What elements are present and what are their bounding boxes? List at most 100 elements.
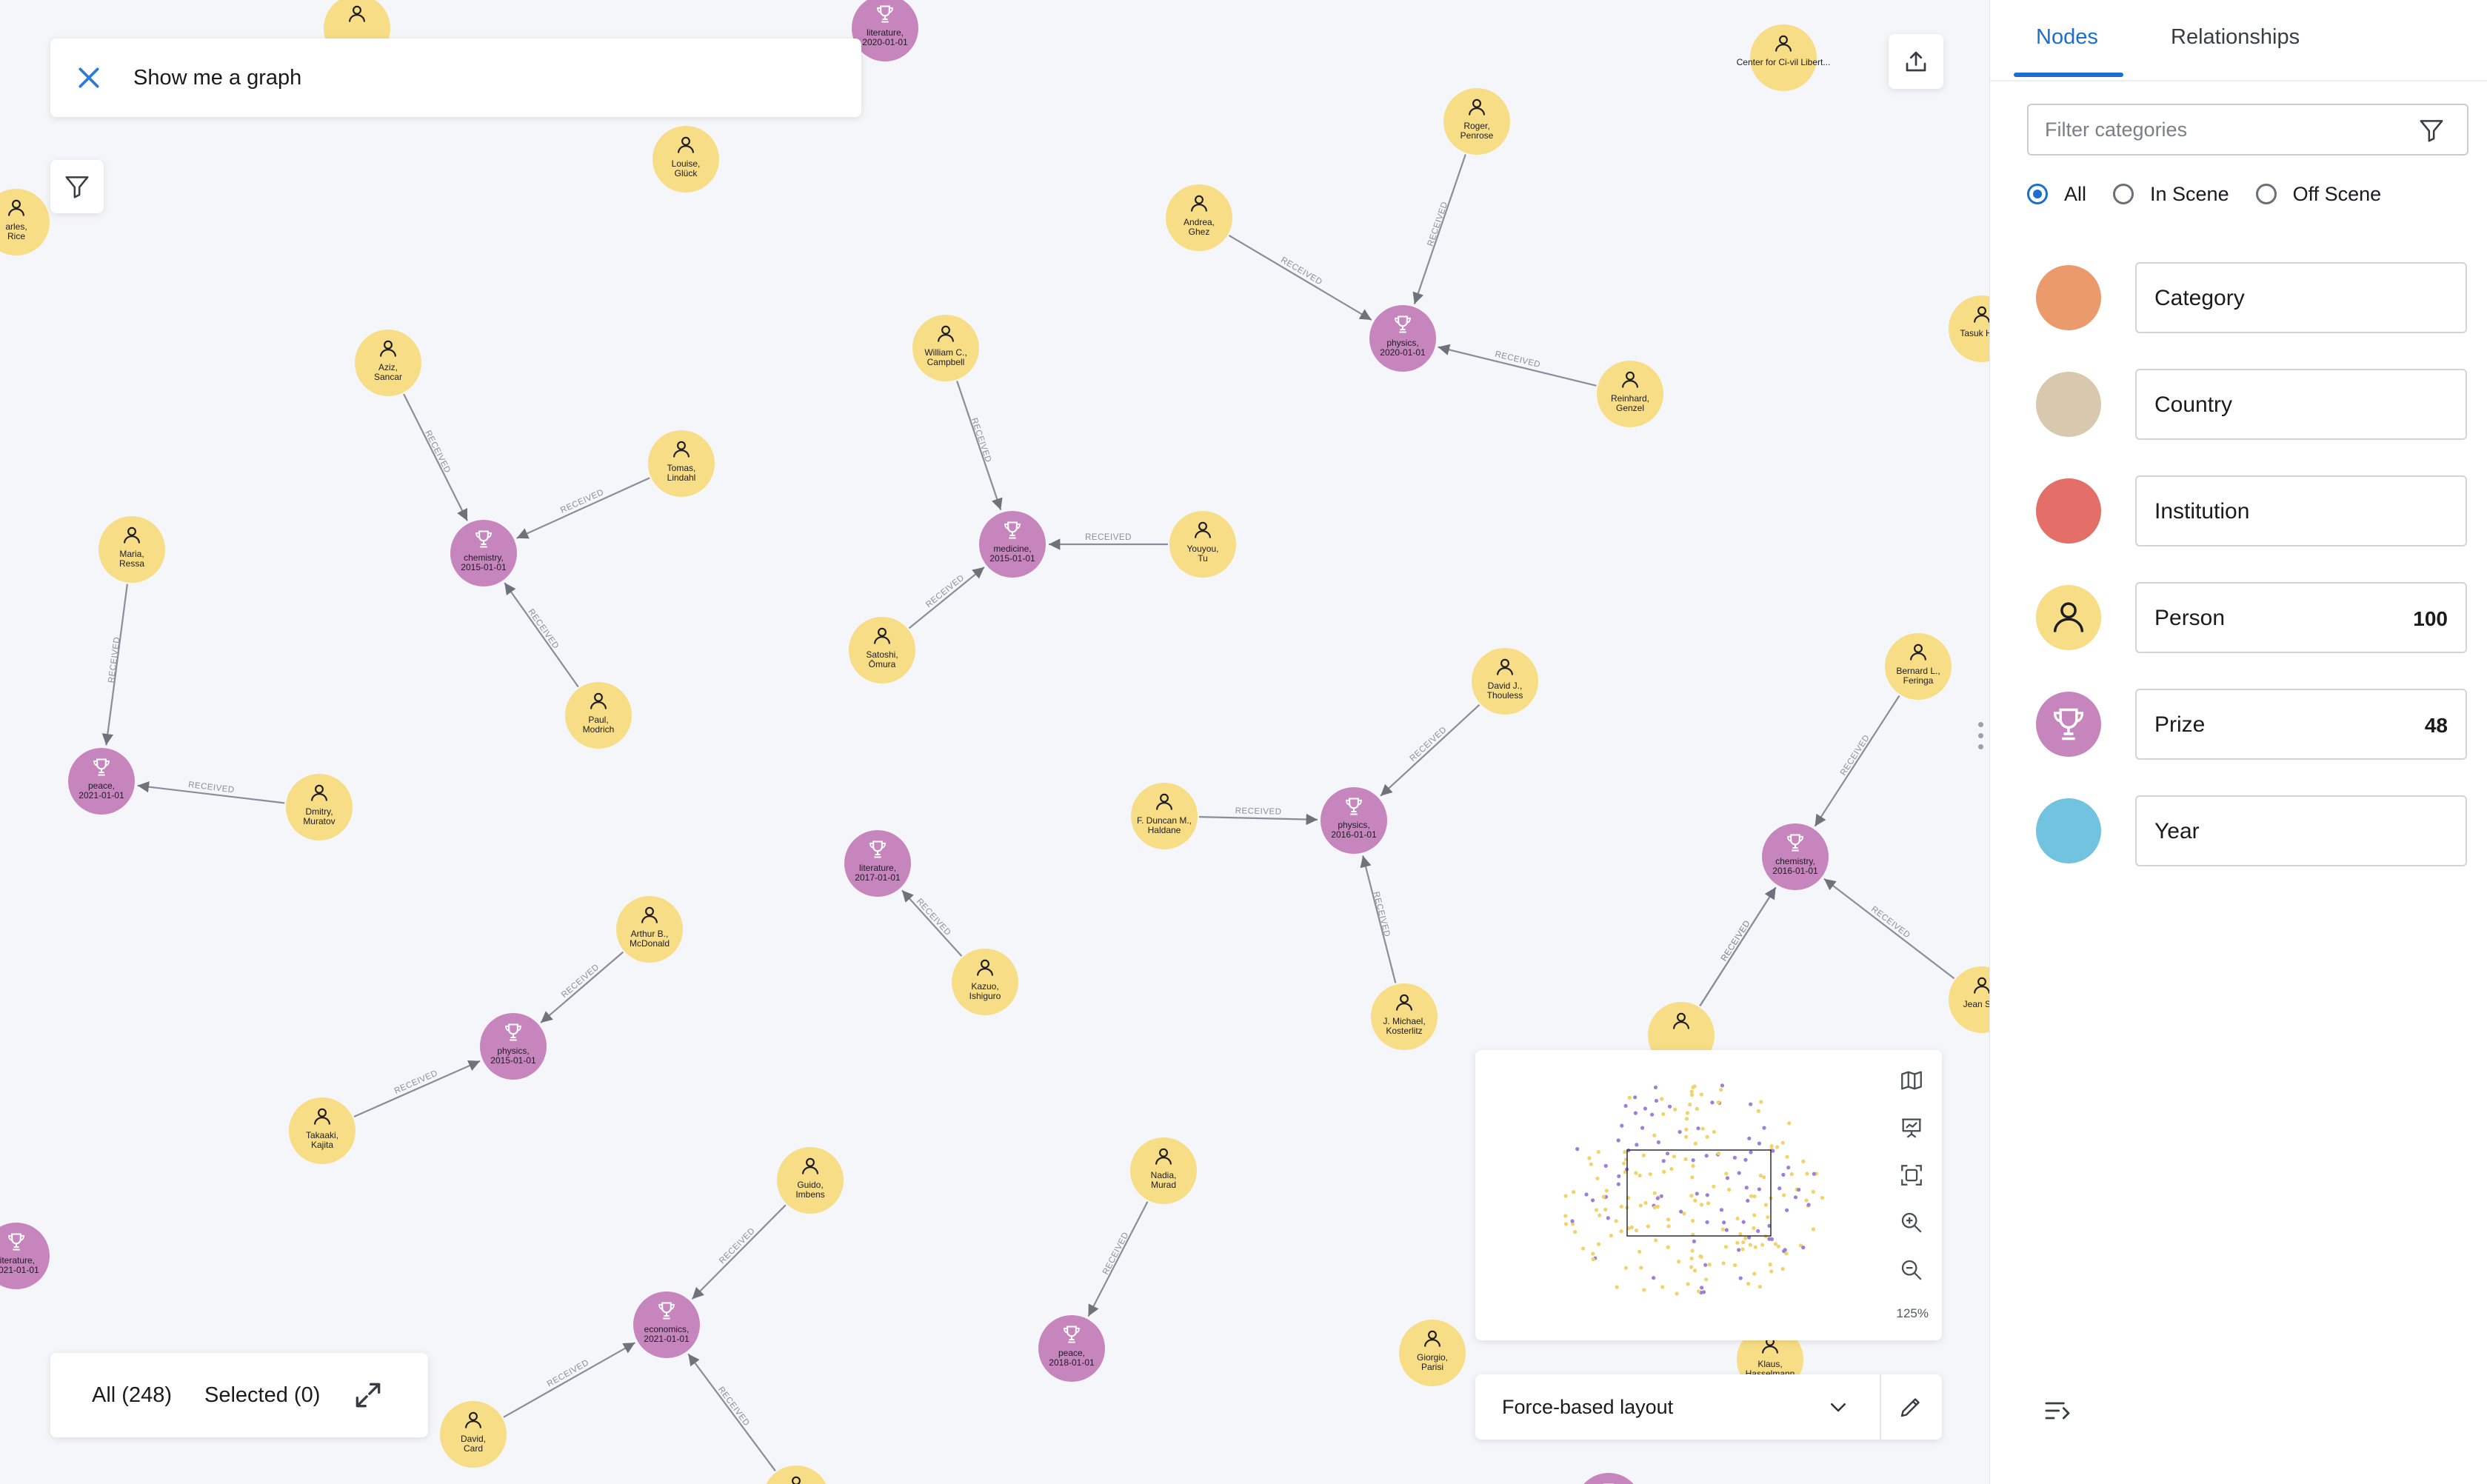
radio-button-checked[interactable] [2027,184,2048,204]
category-color-swatch[interactable] [2036,585,2101,650]
category-row-person[interactable]: Person 100 [2036,582,2470,653]
chevron-down-icon[interactable] [1823,1392,1853,1422]
prize-node[interactable]: medicine,2015-01-01 [979,511,1046,578]
category-row-country[interactable]: Country [2036,369,2470,440]
minimap-overview[interactable] [1475,1050,1883,1340]
relationship-edge[interactable] [901,889,963,957]
zoom-out-icon[interactable] [1895,1253,1929,1287]
relationship-edge[interactable] [516,477,650,539]
person-node[interactable]: David,Card [440,1401,507,1468]
person-node[interactable]: Jean Sau [1949,966,1989,1033]
relationship-edge[interactable] [1228,235,1372,321]
person-node[interactable]: Bernard L.,Feringa [1885,633,1952,700]
tab-nodes[interactable]: Nodes [2036,25,2098,50]
relationship-edge[interactable] [1438,344,1597,387]
person-node[interactable]: David J.,Thouless [1472,648,1538,715]
person-node[interactable]: Dmitry,Muratov [286,774,353,840]
radio-off-scene[interactable]: Off Scene [2255,183,2381,206]
prize-node[interactable]: physics,2016-01-01 [1321,787,1387,854]
relationship-edge[interactable] [908,566,985,629]
category-row-institution[interactable]: Institution [2036,475,2470,547]
person-node[interactable]: J. Michael,Kosterlitz [1371,983,1438,1050]
relationship-edge[interactable] [1814,695,1900,827]
category-name-box[interactable]: Person 100 [2135,582,2467,653]
person-node[interactable]: Roger,Penrose [1443,88,1510,155]
relationship-edge[interactable] [504,582,579,688]
relationship-edge[interactable] [540,951,624,1023]
layout-label[interactable]: Force-based layout [1502,1396,1673,1419]
minimap-viewport[interactable] [1626,1149,1772,1237]
person-node[interactable]: William C.,Campbell [912,315,979,381]
person-node[interactable]: Kazuo,Ishiguro [952,949,1018,1015]
close-icon[interactable] [67,56,111,100]
radio-button[interactable] [2113,184,2134,204]
person-node[interactable]: Tasuk Honj [1949,295,1989,362]
prize-node[interactable]: literature,2017-01-01 [844,830,911,897]
category-name-box[interactable]: Year [2135,795,2467,866]
prize-node[interactable]: literature,2020-01-01 [852,0,918,61]
radio-all[interactable]: All [2027,183,2086,206]
category-name-box[interactable]: Category [2135,262,2467,333]
person-node[interactable]: Paul,Modrich [565,682,632,749]
presentation-chart-icon[interactable] [1895,1111,1929,1145]
category-name-box[interactable]: Institution [2135,475,2467,547]
relationship-edge[interactable] [687,1353,776,1471]
prize-node[interactable]: physics,2020-01-01 [1369,305,1436,372]
filter-icon[interactable] [2415,114,2448,147]
relationship-edge[interactable] [691,1204,787,1300]
radio-button[interactable] [2255,184,2277,204]
category-color-swatch[interactable] [2036,265,2101,330]
relationship-edge[interactable] [353,1060,481,1118]
relationship-edge[interactable] [1823,878,1955,980]
person-node[interactable]: Aziz,Sancar [355,330,421,396]
category-color-swatch[interactable] [2036,798,2101,863]
prize-node[interactable]: physics,2015-01-01 [480,1013,547,1080]
person-node[interactable]: Reinhard,Genzel [1597,361,1663,427]
person-node[interactable]: Center for Ci-vil Libert... [1737,24,1831,91]
export-button[interactable] [1889,34,1943,89]
minimap[interactable]: 125% [1475,1050,1942,1340]
prize-node[interactable]: economics,2021-01-01 [633,1291,700,1358]
expand-icon[interactable] [350,1377,387,1414]
tab-relationships[interactable]: Relationships [2171,25,2300,50]
person-node[interactable]: Takaaki,Kajita [289,1097,355,1164]
radio-in-scene[interactable]: In Scene [2113,183,2229,206]
prize-node[interactable] [1575,1473,1642,1484]
person-node[interactable]: Arthur B.,McDonald [616,896,683,963]
prize-node[interactable]: peace,2021-01-01 [68,748,135,815]
category-color-swatch[interactable] [2036,372,2101,437]
selected-count[interactable]: Selected (0) [204,1383,320,1408]
all-count[interactable]: All (248) [92,1383,172,1408]
category-row-year[interactable]: Year [2036,795,2470,866]
sort-icon[interactable] [2040,1394,2074,1428]
category-color-swatch[interactable] [2036,692,2101,757]
category-name-box[interactable]: Country [2135,369,2467,440]
category-row-category[interactable]: Category [2036,262,2470,333]
person-node[interactable]: F. Duncan M.,Haldane [1131,783,1198,849]
pencil-icon[interactable] [1893,1389,1929,1425]
relationship-edge[interactable] [1699,886,1777,1006]
prize-node[interactable]: literature,2021-01-01 [0,1223,50,1289]
search-bar[interactable]: Show me a graph [50,39,861,117]
prize-node[interactable]: peace,2018-01-01 [1038,1315,1105,1382]
zoom-in-icon[interactable] [1895,1206,1929,1240]
person-node[interactable]: Satoshi,Ōmura [849,617,915,683]
category-color-swatch[interactable] [2036,478,2101,544]
category-name-box[interactable]: Prize 48 [2135,689,2467,760]
relationship-edge[interactable] [1198,813,1318,826]
relationship-edge[interactable] [503,1342,635,1418]
person-node[interactable]: Guido,Imbens [777,1147,844,1214]
person-node[interactable]: Nadia,Murad [1130,1137,1197,1204]
category-row-prize[interactable]: Prize 48 [2036,689,2470,760]
person-node[interactable]: Louise,Glück [652,126,719,193]
person-node[interactable]: Andrea,Ghez [1166,184,1232,251]
resize-handle[interactable] [1978,722,1984,759]
search-query-text[interactable]: Show me a graph [133,66,301,90]
filter-categories-input[interactable] [2027,104,2468,156]
person-node[interactable]: Youyou,Tu [1169,511,1236,578]
map-icon[interactable] [1895,1063,1929,1097]
prize-node[interactable]: chemistry,2015-01-01 [450,520,517,586]
relationship-edge[interactable] [1380,704,1480,797]
person-node[interactable]: Tomas,Lindahl [648,430,715,497]
graph-canvas[interactable]: RECEIVED RECEIVED RECEIVED RECEIVED RECEIVED… [0,0,1989,1484]
